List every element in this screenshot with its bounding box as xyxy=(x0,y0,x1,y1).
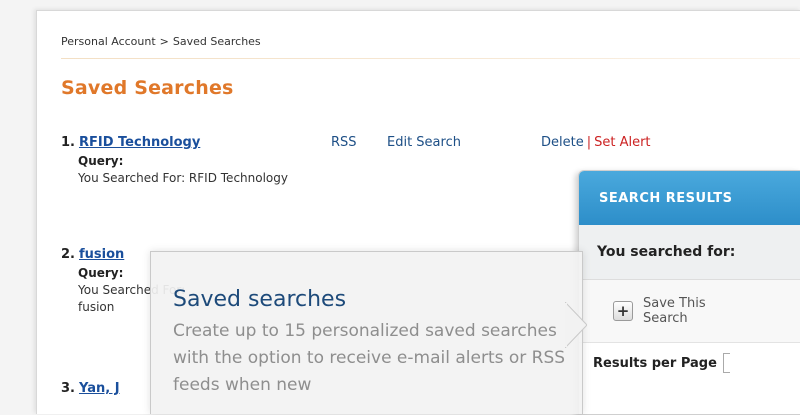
search-results-header: SEARCH RESULTS xyxy=(579,171,800,225)
page-title: Saved Searches xyxy=(61,77,234,99)
callout-pointer-icon xyxy=(565,302,587,348)
edit-search-link[interactable]: Edit Search xyxy=(387,135,461,150)
delete-alert-group: Delete | Set Alert xyxy=(541,135,651,150)
query-text: You Searched For: RFID Technology xyxy=(78,171,288,185)
searched-for-label: You searched for: xyxy=(579,225,800,280)
breadcrumb-root[interactable]: Personal Account xyxy=(61,35,156,48)
delete-link[interactable]: Delete xyxy=(541,135,584,150)
search-title-link[interactable]: RFID Technology xyxy=(79,135,200,150)
callout-body: Create up to 15 personalized saved searc… xyxy=(173,321,566,395)
breadcrumb-current: Saved Searches xyxy=(172,35,261,48)
search-number: 3. xyxy=(61,381,75,396)
results-per-page-row: Results per Page xyxy=(579,343,800,383)
breadcrumb: Personal Account > Saved Searches xyxy=(61,35,261,48)
rss-link[interactable]: RSS xyxy=(331,135,357,150)
header-divider xyxy=(61,58,800,59)
save-search-button[interactable]: + Save This Search xyxy=(579,280,800,343)
results-per-page-select[interactable] xyxy=(722,353,730,373)
results-per-page-label: Results per Page xyxy=(593,355,717,371)
saved-searches-callout: Saved searches Create up to 15 personali… xyxy=(150,251,583,414)
callout-title: Saved searches xyxy=(173,287,347,312)
search-number: 1. xyxy=(61,135,75,150)
plus-icon[interactable]: + xyxy=(613,301,633,321)
search-results-panel: SEARCH RESULTS You searched for: + Save … xyxy=(578,170,800,415)
search-title-link[interactable]: Yan, J xyxy=(79,381,120,396)
action-separator: | xyxy=(586,135,592,150)
query-label: Query: xyxy=(78,154,124,168)
save-search-label[interactable]: Save This Search xyxy=(643,296,713,326)
search-title-link[interactable]: fusion xyxy=(79,247,124,262)
search-number: 2. xyxy=(61,247,75,262)
set-alert-link[interactable]: Set Alert xyxy=(594,135,650,150)
saved-search-item: 3. Yan, J xyxy=(61,381,120,396)
breadcrumb-separator: > xyxy=(159,35,169,48)
